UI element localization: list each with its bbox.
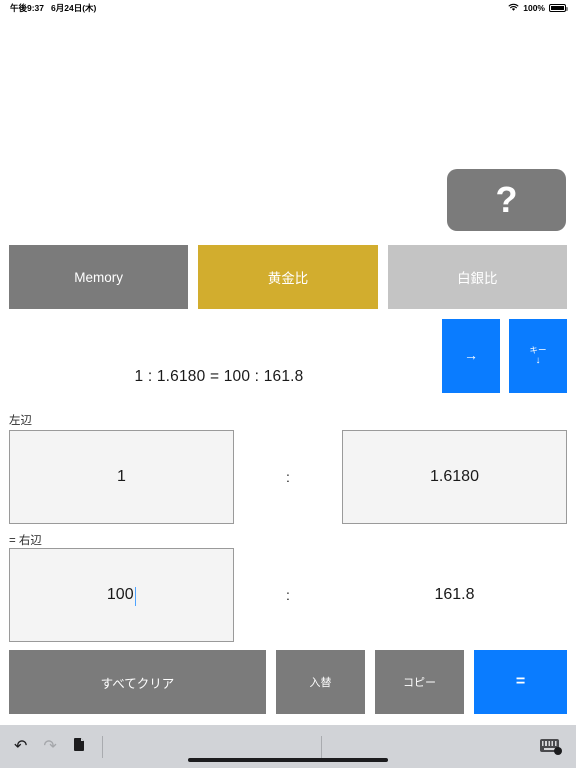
text-cursor	[134, 586, 137, 606]
arrow-right-icon: →	[464, 347, 478, 364]
mode-button-row: Memory 黄金比 白銀比	[0, 245, 576, 309]
right-side-first-value: 100	[106, 586, 134, 603]
swap-button[interactable]: 入替	[276, 650, 365, 714]
status-date: 6月24日(木)	[51, 3, 97, 13]
battery-icon	[549, 4, 568, 12]
left-side-label: 左辺	[9, 415, 32, 427]
wifi-icon	[508, 3, 519, 14]
help-button[interactable]: ?	[447, 169, 566, 231]
keyboard-dismiss-icon[interactable]	[540, 738, 562, 755]
redo-icon: ↷	[43, 737, 57, 755]
ratio-row-right: 100 : 161.8	[0, 548, 576, 642]
right-side-first-input[interactable]: 100	[9, 548, 234, 642]
status-bar: 午後9:37 6月24日(木) 100%	[0, 0, 576, 16]
undo-icon[interactable]: ↶	[14, 738, 27, 755]
left-side-first-value: 1	[117, 468, 126, 485]
right-side-second-result: 161.8	[342, 548, 567, 642]
clear-all-button[interactable]: すべてクリア	[9, 650, 266, 714]
formula-display: 1 : 1.6180 = 100 : 161.8	[134, 368, 304, 385]
status-bar-right: 100%	[508, 3, 568, 14]
ratio-row-left: 1 : 1.6180	[0, 430, 576, 524]
left-side-first-input[interactable]: 1	[9, 430, 234, 524]
copy-button[interactable]: コピー	[375, 650, 464, 714]
right-side-label: = 右辺	[9, 535, 42, 547]
arrow-down-icon: ↓	[535, 354, 541, 366]
left-side-second-input[interactable]: 1.6180	[342, 430, 567, 524]
toolbar-divider-2	[320, 735, 322, 758]
bottom-toolbar: ↶ ↷	[0, 725, 576, 768]
action-button-row: すべてクリア 入替 コピー =	[0, 650, 576, 714]
battery-percent: 100%	[523, 3, 545, 13]
app-content: ? Memory 黄金比 白銀比 1 : 1.6180 = 100 : 161.…	[0, 16, 576, 725]
toolbar-icon-group: ↶ ↷	[14, 737, 86, 756]
status-bar-left: 午後9:37 6月24日(木)	[10, 2, 96, 14]
status-time: 午後9:37	[10, 3, 45, 13]
equals-button[interactable]: =	[474, 650, 567, 714]
ratio-separator-2: :	[286, 587, 290, 603]
ratio-separator-1: :	[286, 469, 290, 485]
keyboard-toggle-button[interactable]: キー ↓	[509, 319, 567, 393]
mode-button-golden[interactable]: 黄金比	[198, 245, 378, 309]
mode-button-memory[interactable]: Memory	[9, 245, 189, 309]
side-button-group: → キー ↓	[442, 319, 567, 393]
left-side-second-value: 1.6180	[430, 468, 479, 485]
apply-arrow-button[interactable]: →	[442, 319, 500, 393]
toolbar-divider-1	[101, 735, 103, 758]
mode-button-silver[interactable]: 白銀比	[387, 245, 567, 309]
paste-icon[interactable]	[73, 737, 86, 756]
home-indicator	[188, 758, 388, 762]
right-side-second-value: 161.8	[434, 586, 475, 603]
